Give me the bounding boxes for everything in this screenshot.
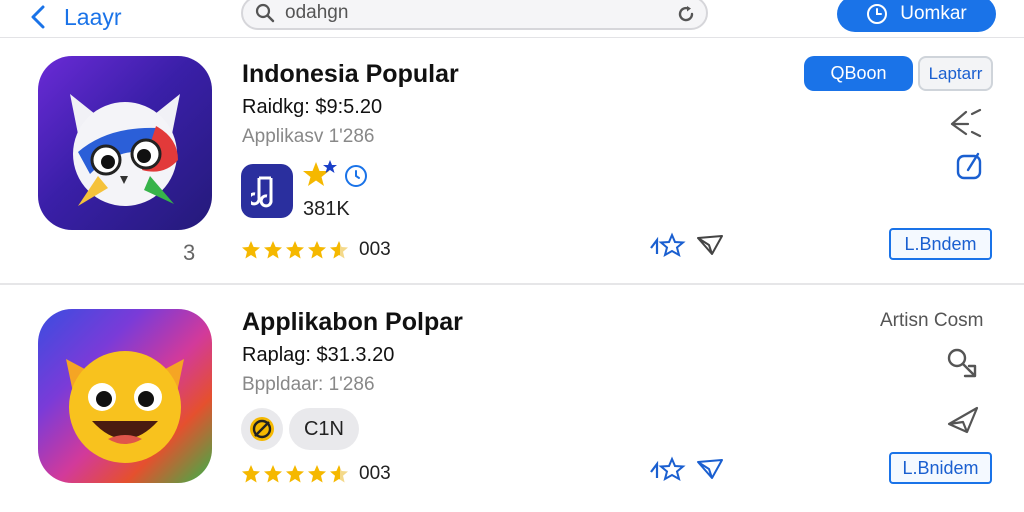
app-price: Raplag: $31.3.20 — [242, 344, 395, 366]
back-button[interactable]: Laayr — [28, 2, 122, 32]
star-icon — [264, 465, 282, 483]
owl-mascot-icon — [70, 94, 180, 206]
star-half-icon — [330, 465, 348, 483]
back-label: Laayr — [64, 3, 122, 30]
search-bar[interactable] — [241, 0, 708, 30]
open-button[interactable]: QBoon — [804, 56, 913, 91]
app-subtitle: Bppldaar: 1'286 — [242, 374, 375, 395]
rating-stars: 003 — [241, 239, 391, 261]
secondary-button[interactable]: Laptarr — [918, 56, 993, 91]
star-icon — [286, 465, 304, 483]
emoji-face-icon — [66, 351, 184, 463]
share-back-icon[interactable] — [946, 106, 986, 142]
top-bar: Laayr Uomkar — [0, 0, 1024, 38]
link-icon[interactable] — [943, 346, 983, 382]
tag-chip[interactable]: C1N — [289, 408, 359, 450]
favorite-star-icon[interactable] — [648, 232, 688, 258]
mini-app-icon[interactable] — [241, 164, 293, 218]
outline-action-button[interactable]: L.Bnidem — [889, 452, 992, 484]
star-icon — [264, 241, 282, 259]
search-icon — [255, 3, 275, 23]
chevron-left-icon — [31, 5, 45, 29]
star-half-icon — [330, 241, 348, 259]
app-price: Raidkg: $9:5.20 — [242, 96, 383, 118]
star-icon — [308, 241, 326, 259]
restricted-chip[interactable] — [241, 408, 283, 450]
star-badge-icon — [303, 160, 337, 186]
refresh-icon[interactable] — [676, 4, 696, 24]
app-icon-owl[interactable] — [38, 56, 212, 230]
app-row[interactable]: Applikabon Polpar Raplag: $31.3.20 Bppld… — [0, 290, 1024, 512]
top-action-label: Uomkar — [900, 3, 967, 24]
download-count: 381K — [303, 198, 350, 220]
music-note-icon — [251, 176, 273, 208]
small-number: 3 — [183, 240, 196, 265]
send-icon[interactable] — [695, 456, 725, 482]
favorite-star-icon[interactable] — [648, 456, 688, 482]
edit-icon[interactable] — [950, 148, 990, 184]
rating-count: 003 — [359, 239, 391, 260]
star-icon — [242, 465, 260, 483]
clock-icon — [867, 4, 888, 24]
restricted-icon — [250, 417, 274, 441]
app-title[interactable]: Applikabon Polpar — [242, 308, 463, 337]
rating-stars: 003 — [241, 463, 391, 485]
outline-action-button[interactable]: L.Bndem — [889, 228, 992, 260]
send-outline-icon[interactable] — [943, 400, 983, 436]
app-row[interactable]: 3 Indonesia Popular Raidkg: $9:5.20 Appl… — [0, 40, 1024, 285]
send-icon[interactable] — [695, 232, 725, 258]
app-icon-emoji[interactable] — [38, 309, 212, 483]
clock-badge-icon — [345, 165, 367, 187]
star-icon — [286, 241, 304, 259]
app-title[interactable]: Indonesia Popular — [242, 60, 459, 89]
artist-label: Artisn Cosm — [880, 310, 984, 331]
app-subtitle: Applikasv 1'286 — [242, 126, 375, 147]
star-icon — [308, 465, 326, 483]
rating-count: 003 — [359, 463, 391, 484]
star-icon — [242, 241, 260, 259]
search-input[interactable] — [285, 2, 665, 24]
top-action-button[interactable]: Uomkar — [837, 0, 996, 32]
